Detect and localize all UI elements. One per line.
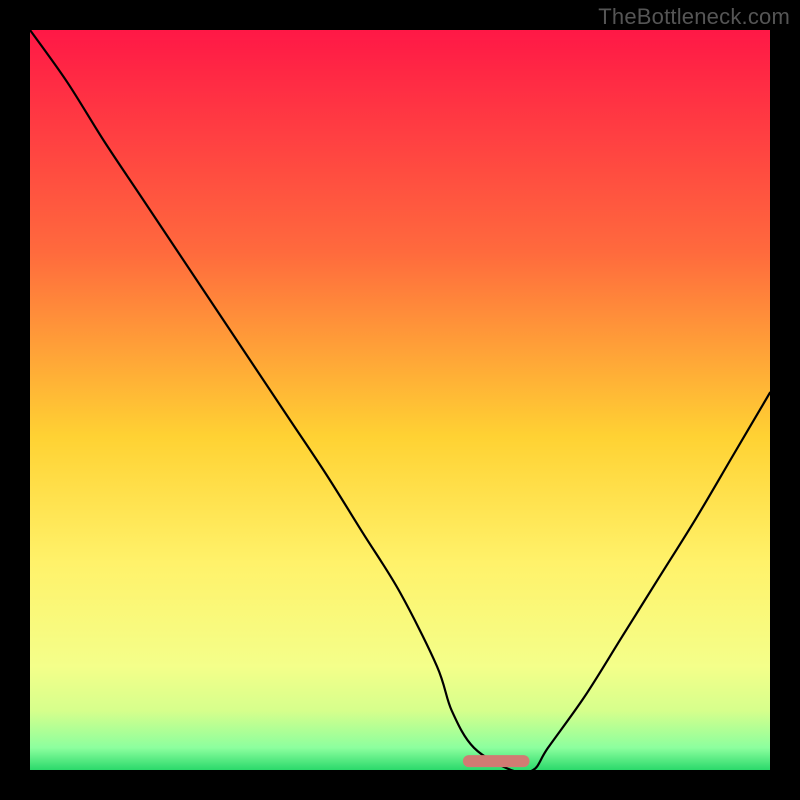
curve-layer [30, 30, 770, 770]
plot-area [30, 30, 770, 770]
watermark-text: TheBottleneck.com [598, 4, 790, 30]
bottleneck-curve [30, 30, 770, 770]
valley-capsule [463, 755, 530, 767]
